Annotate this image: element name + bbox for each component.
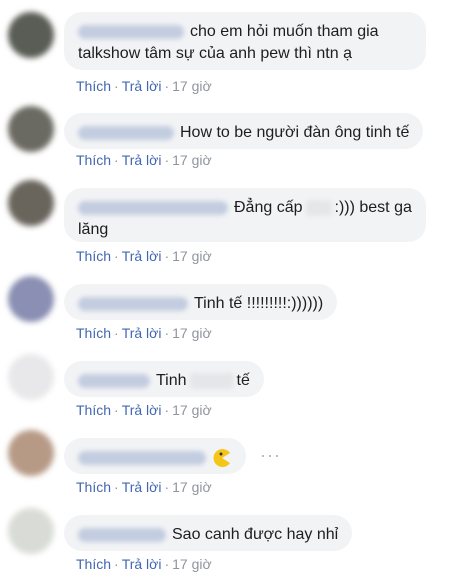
comment-actions: Thích · Trả lời · 17 giờ <box>76 479 212 495</box>
comment-text: cho em hỏi muốn tham gia <box>190 23 379 40</box>
comment-text: lăng <box>78 221 109 238</box>
comment-actions: Thích · Trả lời · 17 giờ <box>76 78 212 94</box>
comment-bubble: Đẳng cấp :))) best ga lăng <box>64 188 426 242</box>
comment-actions: Thích · Trả lời · 17 giờ <box>76 248 212 264</box>
redacted-mask <box>189 372 234 389</box>
comment-text: How to be người đàn ông tinh tế <box>180 124 410 141</box>
reply-link[interactable]: Trả lời <box>122 325 162 341</box>
reply-link[interactable]: Trả lời <box>122 479 162 495</box>
more-options-icon[interactable]: ··· <box>260 445 281 466</box>
avatar[interactable] <box>8 276 54 322</box>
comment-bubble: Tinh tế !!!!!!!!!:)))))) <box>64 284 338 320</box>
timestamp[interactable]: 17 giờ <box>172 556 212 572</box>
comment-text: talkshow tâm sự của anh pew thì ntn ạ <box>78 45 352 62</box>
comment-bubble: Tinh tế <box>64 361 264 397</box>
like-link[interactable]: Thích <box>76 78 111 94</box>
timestamp[interactable]: 17 giờ <box>172 325 212 341</box>
avatar[interactable] <box>8 106 54 152</box>
comment-text: tế <box>236 372 250 389</box>
redacted-mask <box>305 199 332 216</box>
avatar[interactable] <box>8 180 54 226</box>
reply-link[interactable]: Trả lời <box>122 78 162 94</box>
like-link[interactable]: Thích <box>76 556 111 572</box>
timestamp[interactable]: 17 giờ <box>172 402 212 418</box>
timestamp[interactable]: 17 giờ <box>172 78 212 94</box>
timestamp[interactable]: 17 giờ <box>172 248 212 264</box>
comment-bubble: How to be người đàn ông tinh tế <box>64 113 424 149</box>
like-link[interactable]: Thích <box>76 402 111 418</box>
commenter-name[interactable] <box>78 373 150 388</box>
avatar[interactable] <box>8 508 54 554</box>
timestamp[interactable]: 17 giờ <box>172 152 212 168</box>
commenter-name[interactable] <box>78 24 184 39</box>
timestamp[interactable]: 17 giờ <box>172 479 212 495</box>
avatar[interactable] <box>8 430 54 476</box>
reply-link[interactable]: Trả lời <box>122 402 162 418</box>
avatar[interactable] <box>8 12 54 58</box>
reply-link[interactable]: Trả lời <box>122 556 162 572</box>
comment-actions: Thích · Trả lời · 17 giờ <box>76 325 212 341</box>
comment-text: Đẳng cấp <box>234 199 303 216</box>
commenter-name[interactable] <box>78 200 228 215</box>
comment-text: :))) best ga <box>334 199 412 216</box>
avatar[interactable] <box>8 354 54 400</box>
reply-link[interactable]: Trả lời <box>122 152 162 168</box>
like-link[interactable]: Thích <box>76 325 111 341</box>
comment-actions: Thích · Trả lời · 17 giờ <box>76 402 212 418</box>
like-link[interactable]: Thích <box>76 479 111 495</box>
comment-bubble <box>64 438 246 474</box>
like-link[interactable]: Thích <box>76 152 111 168</box>
comment-text: Tinh <box>156 372 187 389</box>
comment-text: Tinh tế !!!!!!!!!:)))))) <box>194 295 324 312</box>
comment-text: Sao canh được hay nhỉ <box>172 526 339 543</box>
comment-actions: Thích · Trả lời · 17 giờ <box>76 152 212 168</box>
commenter-name[interactable] <box>78 527 166 542</box>
commenter-name[interactable] <box>78 125 174 140</box>
reply-link[interactable]: Trả lời <box>122 248 162 264</box>
comment-bubble: Sao canh được hay nhỉ <box>64 515 353 551</box>
commenter-name[interactable] <box>78 450 206 465</box>
pacman-emoji-icon <box>213 448 230 467</box>
commenter-name[interactable] <box>78 296 188 311</box>
comment-bubble: cho em hỏi muốn tham gia talkshow tâm sự… <box>64 12 426 70</box>
like-link[interactable]: Thích <box>76 248 111 264</box>
comment-actions: Thích · Trả lời · 17 giờ <box>76 556 212 572</box>
